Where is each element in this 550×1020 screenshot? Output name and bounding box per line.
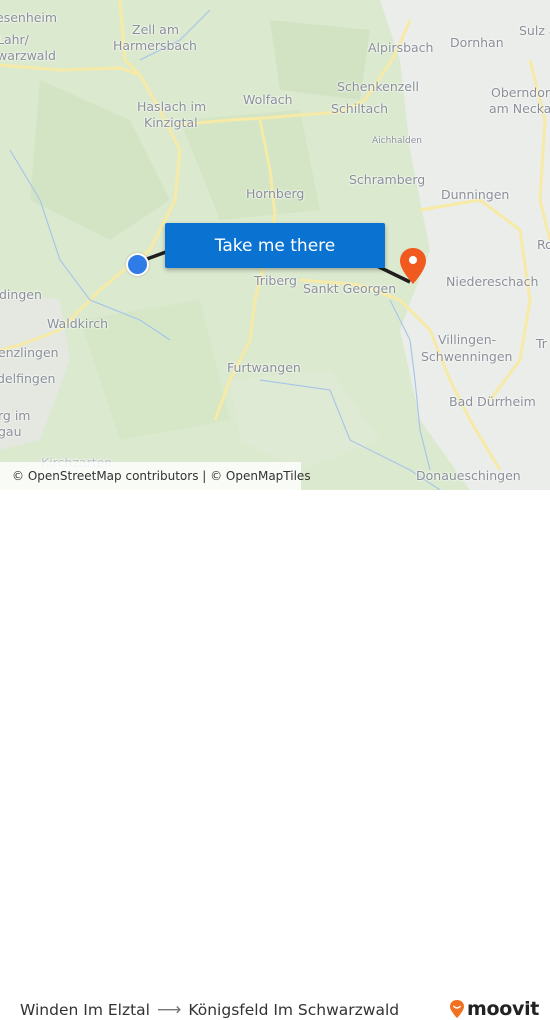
map-attribution[interactable]: © OpenStreetMap contributors | © OpenMap…: [0, 462, 311, 490]
place-label: Waldkirch: [47, 316, 108, 331]
place-label: Hornberg: [246, 186, 305, 201]
moovit-pin-icon: [450, 1000, 464, 1018]
place-label: Lahr/: [0, 32, 29, 47]
place-label: esenheim: [0, 10, 58, 25]
place-label: Bad Dürrheim: [449, 394, 536, 409]
route-summary: Winden Im Elztal ⟶ Königsfeld Im Schwarz…: [20, 1000, 399, 1020]
place-label: Kinzigtal: [144, 115, 198, 130]
place-label: Sankt Georgen: [303, 281, 397, 296]
place-label: warzwald: [0, 48, 56, 63]
place-label: Tr: [536, 336, 547, 351]
footer: Winden Im Elztal ⟶ Königsfeld Im Schwarz…: [0, 490, 550, 1020]
place-label: am Necka: [489, 101, 550, 116]
arrow-right-icon: ⟶: [156, 1000, 182, 1020]
place-label: Villingen-: [438, 332, 497, 347]
place-label: Donaueschingen: [416, 468, 521, 483]
destination-pin-icon[interactable]: [398, 247, 428, 285]
place-label: Wolfach: [243, 92, 293, 107]
origin-name: Winden Im Elztal: [20, 1001, 150, 1019]
moovit-logo[interactable]: moovit: [449, 998, 539, 1020]
place-label: rg im: [0, 408, 31, 423]
place-label: enzlingen: [0, 345, 59, 360]
place-label: dingen: [0, 287, 42, 302]
place-label: delfingen: [0, 371, 56, 386]
place-label: Oberndor: [491, 85, 550, 100]
place-label: Alpirsbach: [368, 40, 434, 55]
place-label: Schenkenzell: [337, 79, 419, 94]
origin-marker[interactable]: [126, 253, 149, 276]
destination-name: Königsfeld Im Schwarzwald: [188, 1001, 400, 1019]
place-label: Schiltach: [331, 101, 389, 116]
place-label: Aichhalden: [372, 136, 422, 146]
place-label: Schwenningen: [421, 349, 513, 364]
place-label: Triberg: [254, 273, 297, 288]
map[interactable]: esenheim Lahr/ warzwald Zell am Harmersb…: [0, 0, 550, 490]
place-label: Sulz a: [519, 23, 550, 38]
place-label: Harmersbach: [113, 38, 197, 53]
place-label: Zell am: [132, 22, 180, 37]
place-label: Ro: [537, 237, 550, 252]
brand-wordmark: moovit: [467, 998, 540, 1020]
place-label: Furtwangen: [227, 360, 301, 375]
place-label: Dornhan: [450, 35, 504, 50]
place-label: Dunningen: [441, 187, 510, 202]
place-label: Niedereschach: [446, 274, 539, 289]
take-me-there-button[interactable]: Take me there: [165, 223, 385, 268]
place-label: Schramberg: [349, 172, 426, 187]
place-label: Haslach im: [137, 99, 207, 114]
place-label: gau: [0, 424, 22, 439]
